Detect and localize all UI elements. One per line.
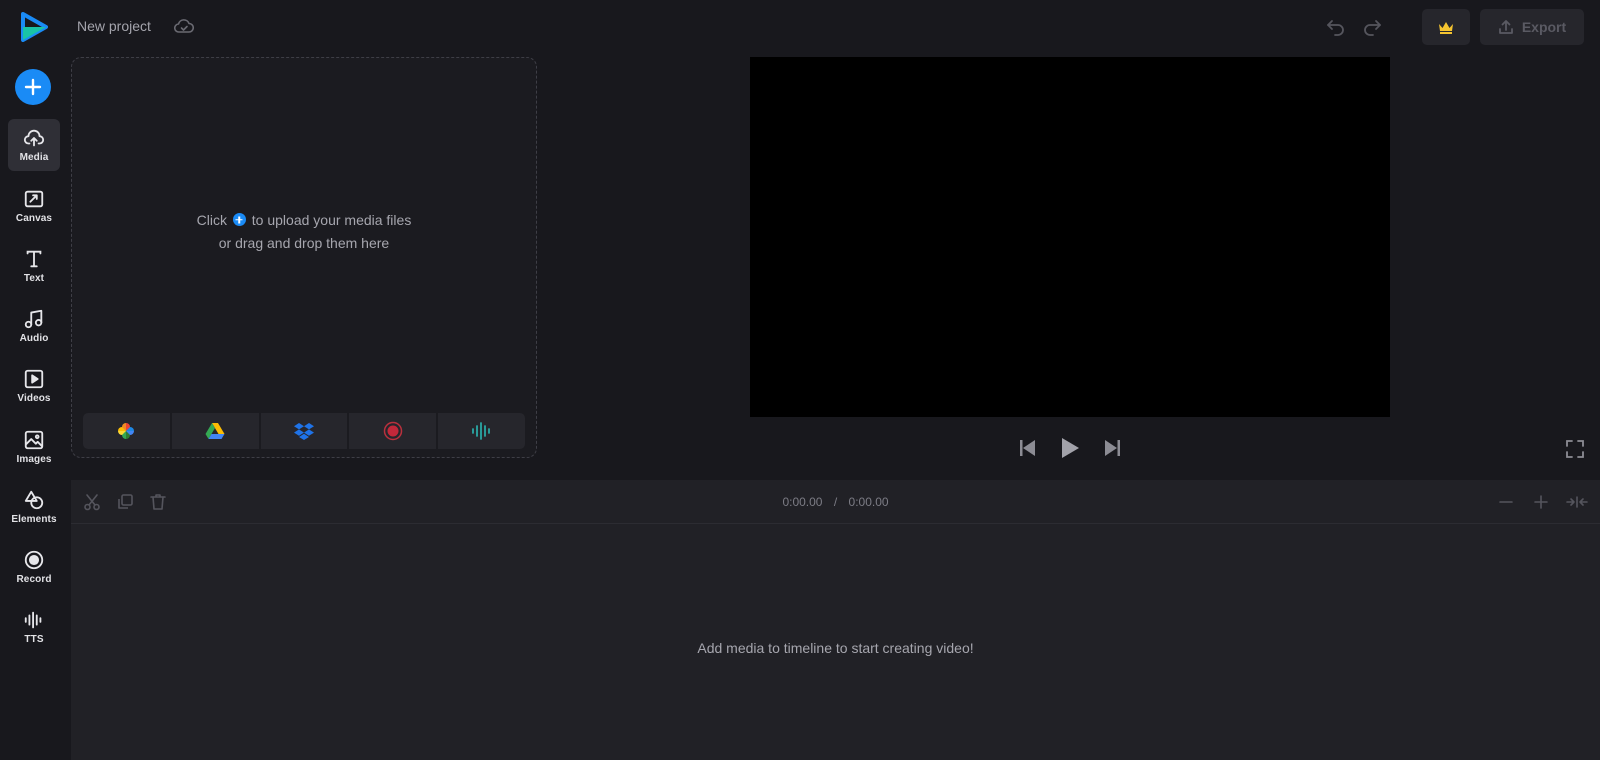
sidebar-item-label: Elements: [11, 514, 57, 525]
total-time: 0:00.00: [848, 495, 889, 509]
sidebar-item-label: TTS: [24, 634, 44, 645]
undo-icon[interactable]: [1326, 18, 1346, 36]
sidebar-item-label: Videos: [17, 393, 51, 404]
cloud-check-icon: [174, 19, 194, 33]
sidebar-item-record[interactable]: Record: [8, 541, 60, 593]
timeline: 0:00.00 / 0:00.00 Add media to timeline …: [71, 480, 1600, 760]
sidebar-item-label: Record: [16, 574, 52, 585]
zoom-in-icon[interactable]: [1532, 493, 1550, 511]
upload-suffix: to upload your media files: [251, 212, 412, 228]
add-button[interactable]: [15, 69, 51, 105]
canvas-resize-icon: [24, 190, 44, 208]
add-icon[interactable]: [232, 213, 246, 226]
export-label: Export: [1521, 19, 1567, 35]
sidebar-item-audio[interactable]: Audio: [8, 300, 60, 352]
google-photos-icon: [118, 423, 135, 439]
upload-instructions-line2: or drag and drop them here: [218, 235, 390, 251]
play-icon[interactable]: [1059, 436, 1081, 460]
sidebar-item-label: Audio: [19, 333, 49, 344]
skip-forward-icon[interactable]: [1102, 438, 1122, 458]
upload-cloud-icon: [23, 129, 45, 147]
media-sources: [83, 413, 525, 449]
record-screen-button[interactable]: [349, 413, 437, 449]
export-button[interactable]: Export: [1480, 9, 1584, 45]
upload-prefix: Click: [196, 212, 227, 228]
sidebar: Media Canvas Text Audio Videos Images El…: [0, 0, 70, 760]
google-photos-button[interactable]: [83, 413, 170, 449]
video-play-icon: [24, 369, 44, 389]
dropbox-icon: [293, 423, 314, 440]
google-drive-icon: [205, 423, 225, 439]
skip-back-icon[interactable]: [1018, 438, 1038, 458]
soundwave-icon: [24, 611, 42, 629]
sidebar-item-label: Media: [19, 152, 49, 163]
timeline-toolbar: 0:00.00 / 0:00.00: [71, 480, 1600, 524]
add-icon: [24, 78, 42, 96]
sidebar-item-label: Text: [23, 273, 45, 284]
time-readout: 0:00.00 / 0:00.00: [71, 495, 1600, 509]
audio-wave-icon: [471, 422, 490, 440]
record-screen-icon: [383, 421, 403, 441]
sidebar-item-elements[interactable]: Elements: [8, 481, 60, 533]
shapes-icon: [24, 490, 44, 510]
current-time: 0:00.00: [782, 495, 823, 509]
time-separator: /: [833, 495, 838, 509]
redo-icon[interactable]: [1362, 18, 1382, 36]
sidebar-item-label: Images: [16, 454, 52, 465]
app-logo-icon[interactable]: [20, 12, 48, 42]
audio-wave-button[interactable]: [438, 413, 525, 449]
sidebar-item-text[interactable]: Text: [8, 240, 60, 292]
sidebar-item-images[interactable]: Images: [8, 421, 60, 473]
timeline-empty-message: Add media to timeline to start creating …: [697, 640, 974, 656]
sidebar-item-tts[interactable]: TTS: [8, 601, 60, 653]
sidebar-item-media[interactable]: Media: [8, 119, 60, 171]
video-preview[interactable]: [750, 57, 1390, 417]
music-note-icon: [24, 309, 43, 329]
fullscreen-icon[interactable]: [1566, 440, 1584, 458]
sidebar-item-videos[interactable]: Videos: [8, 360, 60, 412]
fit-icon[interactable]: [1566, 493, 1588, 511]
image-icon: [24, 430, 44, 450]
google-drive-button[interactable]: [171, 413, 259, 449]
crown-icon: [1439, 22, 1453, 34]
sidebar-item-canvas[interactable]: Canvas: [8, 180, 60, 232]
text-icon: [26, 250, 42, 268]
upload-icon: [1498, 20, 1513, 34]
sidebar-item-label: Canvas: [15, 213, 53, 224]
upload-instructions: Click to upload your media files: [72, 212, 536, 228]
media-upload-dropzone[interactable]: Click to upload your media files or drag…: [71, 57, 537, 458]
zoom-out-icon[interactable]: [1497, 493, 1515, 511]
dropbox-button[interactable]: [260, 413, 348, 449]
record-icon: [24, 550, 44, 570]
premium-button[interactable]: [1422, 9, 1470, 45]
project-title[interactable]: New project: [77, 18, 151, 34]
